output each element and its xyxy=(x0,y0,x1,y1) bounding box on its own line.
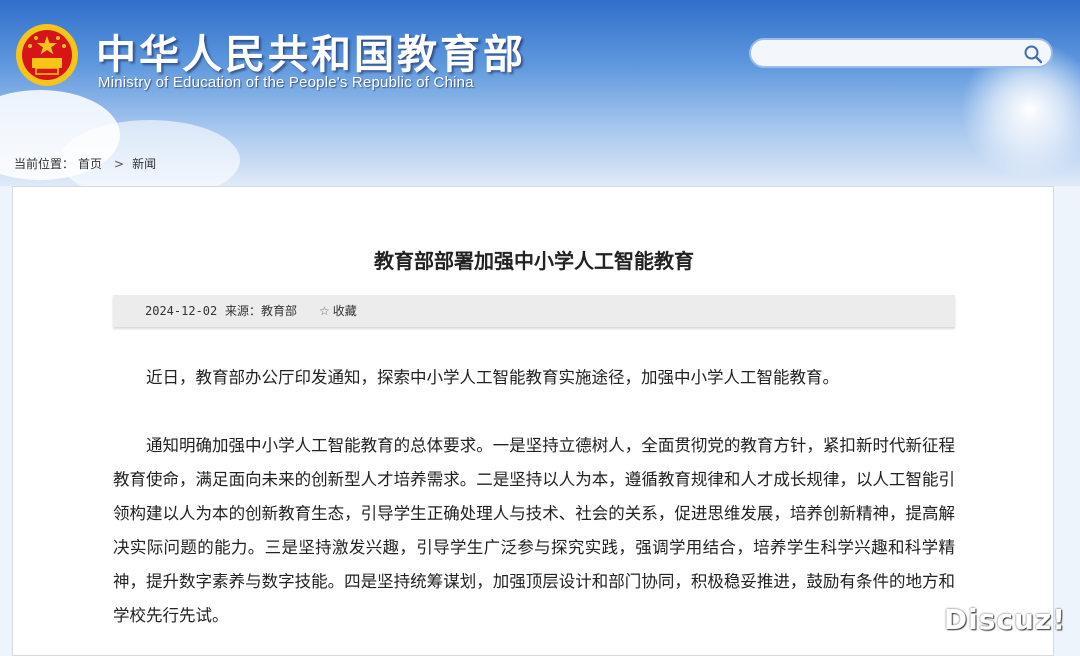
article-panel: 教育部部署加强中小学人工智能教育 2024-12-02 来源：教育部 ☆ 收藏 近… xyxy=(12,186,1054,656)
breadcrumb: 当前位置： 首页 > 新闻 xyxy=(14,155,160,172)
site-header: 中华人民共和国教育部 Ministry of Education of the … xyxy=(0,0,1080,186)
search-input[interactable] xyxy=(763,44,1017,66)
article-paragraph: 近日，教育部办公厅印发通知，探索中小学人工智能教育实施途径，加强中小学人工智能教… xyxy=(146,368,839,387)
article-date: 2024-12-02 xyxy=(145,304,218,318)
breadcrumb-news-link[interactable]: 新闻 xyxy=(132,157,156,171)
favorite-button[interactable]: ☆ 收藏 xyxy=(319,295,357,327)
article-meta-bar: 2024-12-02 来源：教育部 ☆ 收藏 xyxy=(113,295,955,327)
breadcrumb-label: 当前位置： xyxy=(14,157,75,171)
national-emblem-icon xyxy=(16,24,78,86)
article-title: 教育部部署加强中小学人工智能教育 xyxy=(374,249,694,273)
site-title: 中华人民共和国教育部 xyxy=(96,32,526,78)
search-box[interactable] xyxy=(749,38,1053,68)
site-subtitle: Ministry of Education of the People's Re… xyxy=(98,74,474,91)
breadcrumb-separator: > xyxy=(114,157,125,171)
discuz-watermark: Discuz! xyxy=(943,603,1066,636)
breadcrumb-home-link[interactable]: 首页 xyxy=(78,157,102,171)
star-icon: ☆ xyxy=(319,304,330,318)
article-paragraph: 通知明确加强中小学人工智能教育的总体要求。一是坚持立德树人，全面贯彻党的教育方针… xyxy=(113,436,955,625)
article-source: 来源：教育部 xyxy=(225,304,298,318)
search-icon[interactable] xyxy=(1023,44,1043,64)
favorite-label: 收藏 xyxy=(332,304,357,318)
